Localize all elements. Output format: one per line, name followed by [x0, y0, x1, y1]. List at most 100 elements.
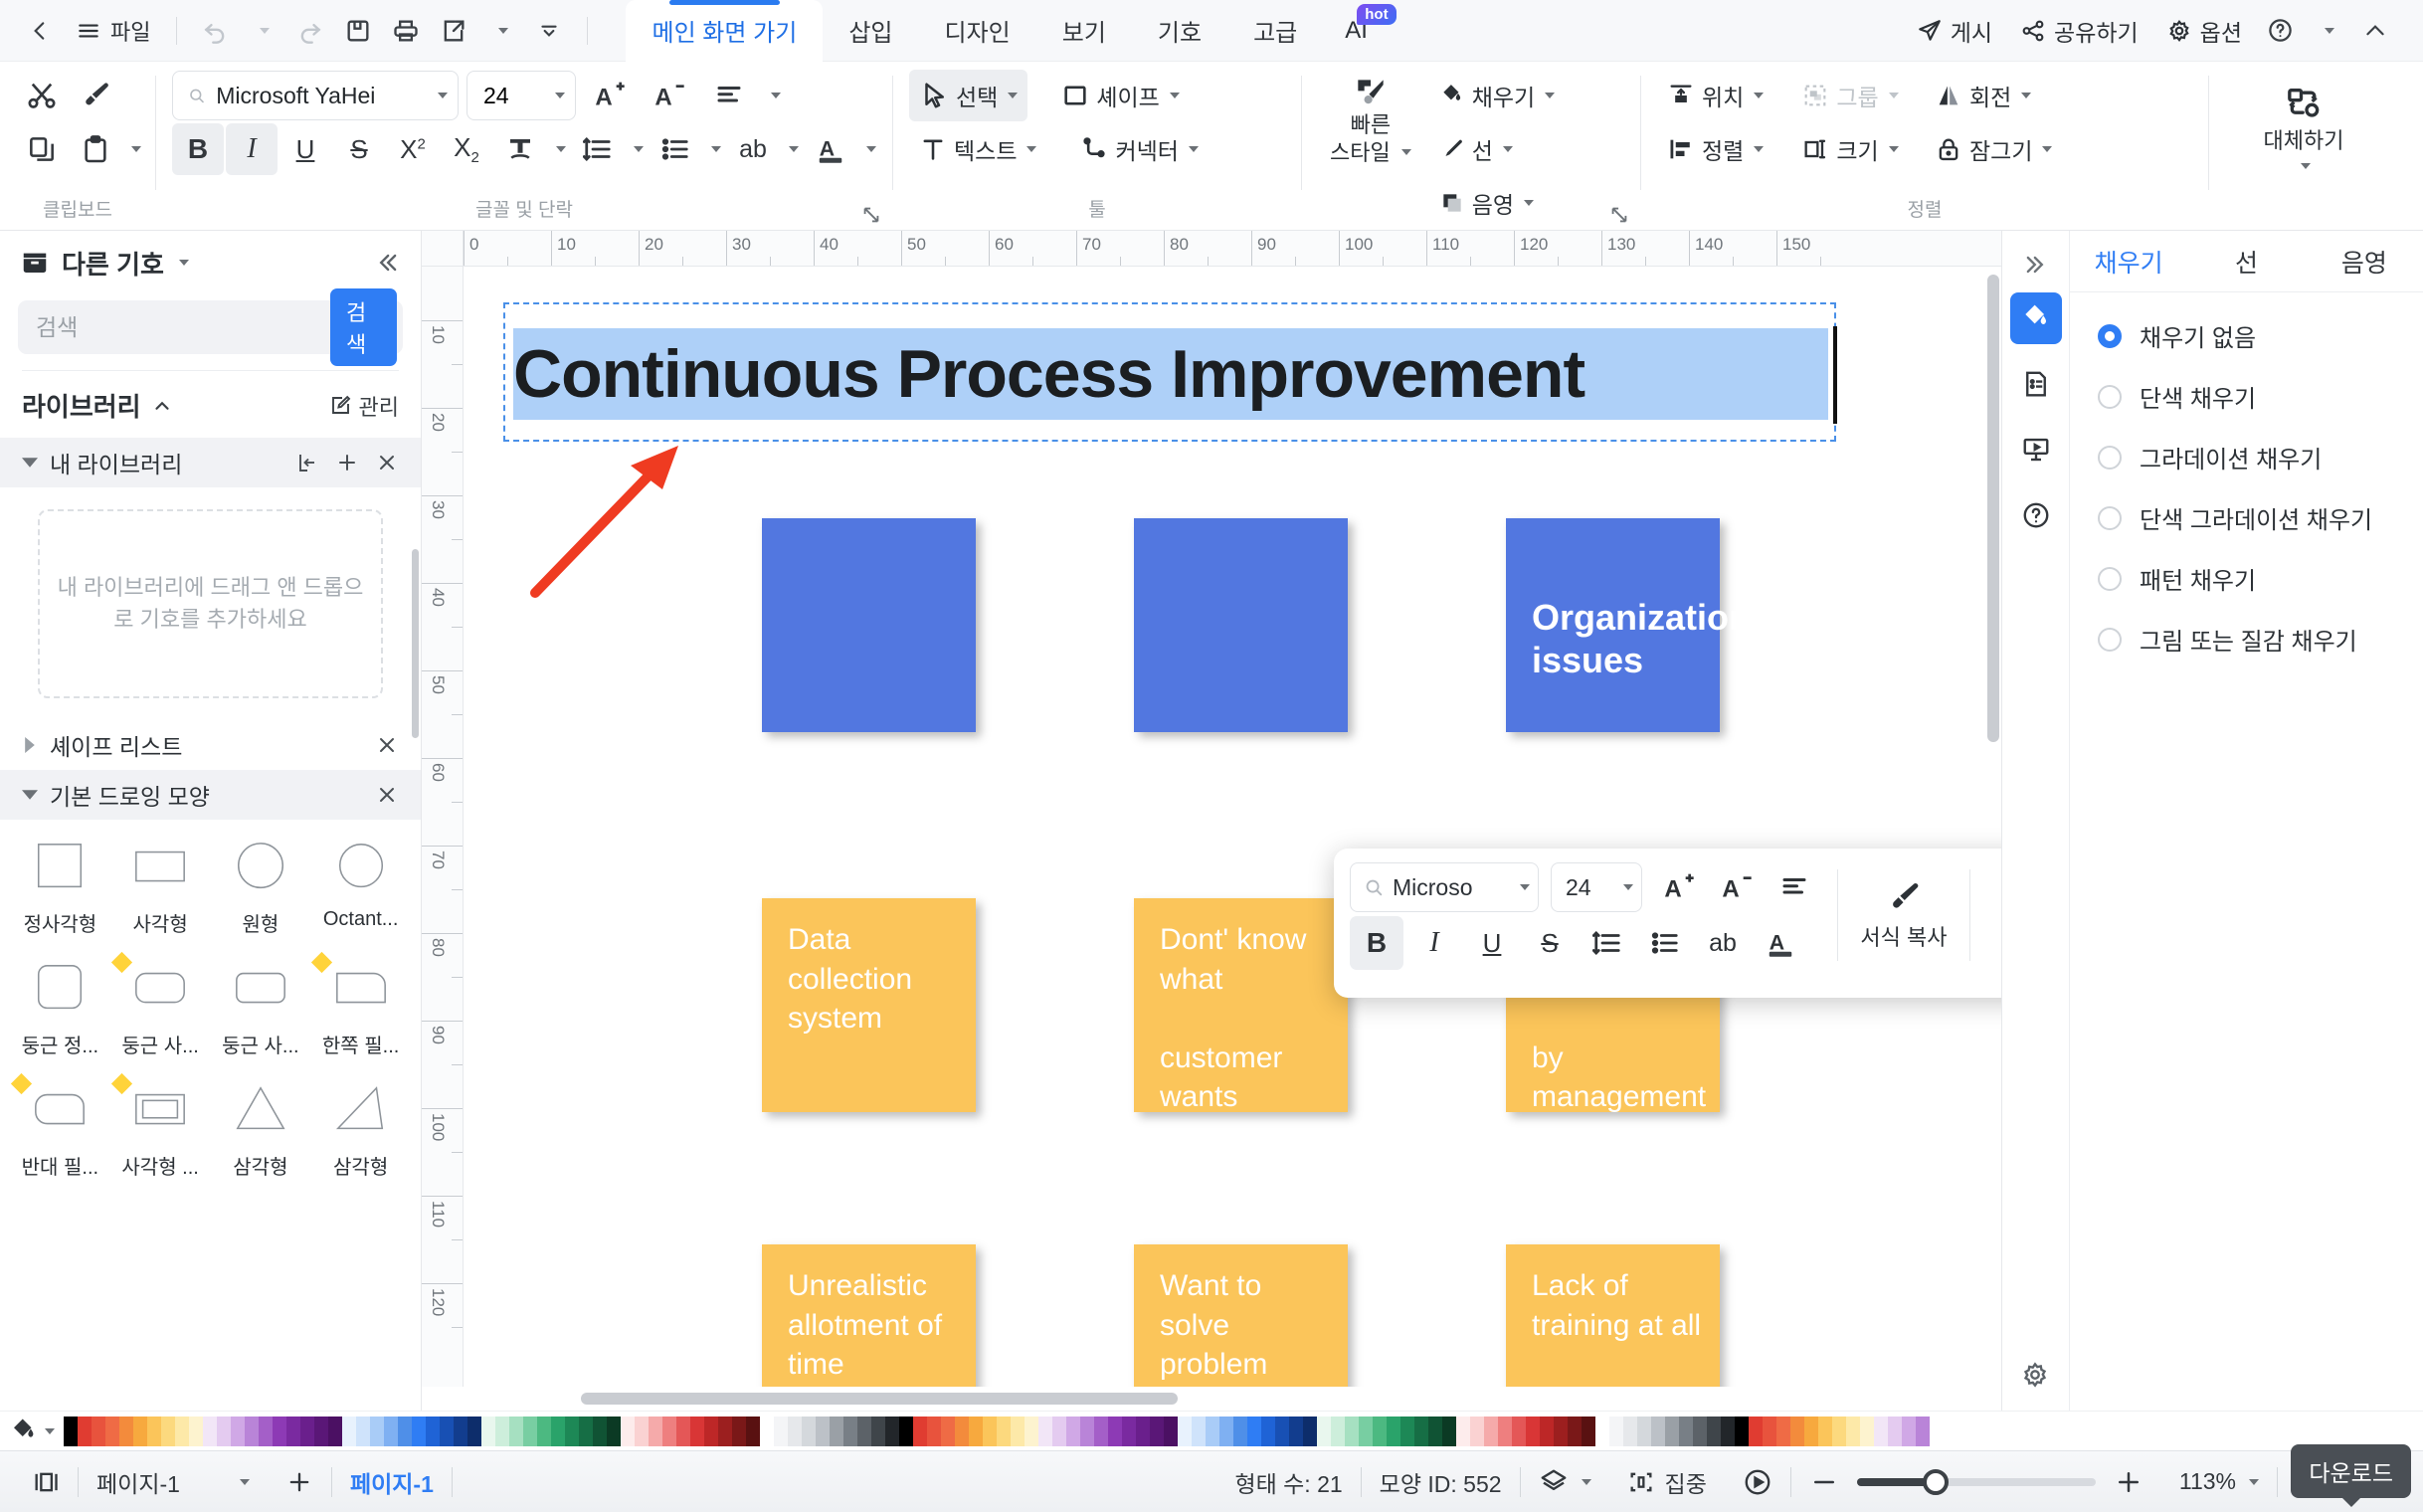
scissors-icon[interactable] [16, 70, 68, 121]
align-left-icon[interactable] [1768, 860, 1821, 914]
bullet-list-icon[interactable] [650, 123, 701, 175]
color-swatch[interactable] [370, 1416, 384, 1446]
sidebar-section-my-library[interactable]: 내 라이브러리 [0, 438, 421, 487]
color-swatch[interactable] [1568, 1416, 1582, 1446]
color-swatch[interactable] [245, 1416, 259, 1446]
color-swatch[interactable] [1456, 1416, 1470, 1446]
card-yellow-4[interactable]: Unrealistic allotment of time [762, 1244, 976, 1387]
color-swatch[interactable] [147, 1416, 161, 1446]
line-button[interactable]: 선 [1429, 123, 1565, 175]
text-effects-icon[interactable] [494, 123, 546, 175]
import-icon[interactable] [295, 451, 319, 474]
horizontal-ruler[interactable]: 0 10 20 30 40 50 60 70 80 90 100 110 120 130 140 150 [422, 231, 2001, 267]
page-sheet[interactable]: Continuous Process Improvement Organizat… [464, 267, 1852, 1387]
color-swatch[interactable] [1790, 1416, 1804, 1446]
play-button[interactable] [1725, 1459, 1790, 1505]
export-dropdown-icon[interactable] [479, 9, 523, 53]
library-collapse-icon[interactable] [151, 395, 173, 417]
color-swatch[interactable] [1261, 1416, 1275, 1446]
color-swatch[interactable] [1749, 1416, 1763, 1446]
color-swatch[interactable] [885, 1416, 899, 1446]
color-swatch[interactable] [732, 1416, 746, 1446]
color-swatch[interactable] [1387, 1416, 1400, 1446]
strikethrough-button[interactable]: S [1523, 916, 1577, 970]
color-swatch[interactable] [78, 1416, 92, 1446]
size-button[interactable]: 크기 [1791, 123, 1908, 175]
paste-icon[interactable] [70, 123, 121, 175]
color-swatch[interactable] [1247, 1416, 1261, 1446]
text-case-dropdown-icon[interactable] [781, 123, 803, 175]
color-swatch[interactable] [217, 1416, 231, 1446]
color-swatch[interactable] [565, 1416, 579, 1446]
color-swatch[interactable] [802, 1416, 816, 1446]
color-swatch[interactable] [1888, 1416, 1902, 1446]
color-swatch[interactable] [1303, 1416, 1317, 1446]
color-swatch[interactable] [955, 1416, 969, 1446]
color-swatch[interactable] [1693, 1416, 1707, 1446]
color-swatch[interactable] [1233, 1416, 1247, 1446]
decrease-font-size-icon[interactable]: A [644, 70, 695, 121]
current-page-tab[interactable]: 페이지-1 [332, 1459, 452, 1505]
color-swatch[interactable] [342, 1416, 356, 1446]
color-swatch[interactable] [412, 1416, 426, 1446]
left-panel-title-dropdown-icon[interactable] [178, 260, 189, 266]
color-swatch[interactable] [1066, 1416, 1080, 1446]
card-blue-3[interactable]: Organizational issues [1506, 518, 1780, 732]
bullet-list-icon[interactable] [1638, 916, 1692, 970]
zoom-out-button[interactable] [1791, 1459, 1857, 1505]
bold-button[interactable]: B [1350, 916, 1403, 970]
tab-symbol[interactable]: 기호 [1132, 0, 1227, 62]
color-swatch[interactable] [1122, 1416, 1136, 1446]
color-swatch[interactable] [509, 1416, 523, 1446]
connector-tool-button[interactable]: 커넥터 [1070, 123, 1208, 175]
color-swatch[interactable] [774, 1416, 788, 1446]
font-name-input[interactable] [216, 82, 425, 109]
text-case-button[interactable]: ab [727, 123, 779, 175]
undo-dropdown-icon[interactable] [241, 9, 284, 53]
rail-help-circle-icon[interactable] [2010, 489, 2062, 541]
font-name-input-wrap[interactable] [172, 71, 459, 120]
color-swatch[interactable] [1498, 1416, 1512, 1446]
fill-option-solid[interactable]: 단색 채우기 [2098, 379, 2413, 414]
color-swatch[interactable] [871, 1416, 885, 1446]
collapse-ribbon-icon[interactable] [2353, 9, 2397, 53]
canvas-horizontal-scrollbar-track[interactable] [422, 1387, 2001, 1411]
color-swatch[interactable] [537, 1416, 551, 1446]
color-swatch[interactable] [259, 1416, 273, 1446]
add-page-button[interactable] [268, 1459, 331, 1505]
strikethrough-button[interactable]: S [333, 123, 385, 175]
color-swatch[interactable] [718, 1416, 732, 1446]
shape-item-rounded-square[interactable]: 둥근 정... [10, 955, 110, 1062]
color-swatch[interactable] [1345, 1416, 1359, 1446]
color-swatch[interactable] [913, 1416, 927, 1446]
back-icon[interactable] [18, 9, 62, 53]
color-swatch[interactable] [273, 1416, 286, 1446]
color-swatch[interactable] [467, 1416, 481, 1446]
color-swatch[interactable] [1178, 1416, 1192, 1446]
vertical-ruler[interactable]: 10 20 30 40 50 60 70 80 90 100 110 120 [422, 267, 464, 1387]
shape-item-one-round-corner[interactable]: 한쪽 필... [310, 951, 411, 1062]
color-swatch[interactable] [1609, 1416, 1623, 1446]
color-swatch[interactable] [105, 1416, 119, 1446]
close-icon[interactable] [375, 733, 399, 757]
title-text[interactable]: Continuous Process Improvement [513, 328, 1828, 420]
position-button[interactable]: 위치 [1657, 70, 1773, 121]
tab-design[interactable]: 디자인 [918, 0, 1035, 62]
canvas-vertical-scrollbar[interactable] [1987, 275, 1999, 742]
color-swatch[interactable] [481, 1416, 495, 1446]
tab-fill[interactable]: 채우기 [2070, 231, 2187, 291]
color-swatch[interactable] [1637, 1416, 1651, 1446]
more-commands-icon[interactable] [527, 9, 571, 53]
color-swatch[interactable] [133, 1416, 147, 1446]
paste-dropdown-icon[interactable] [123, 123, 145, 175]
line-spacing-icon[interactable] [572, 123, 624, 175]
color-swatch[interactable] [662, 1416, 676, 1446]
quick-style-button[interactable]: 빠른 스타일 [1318, 70, 1423, 170]
zoom-level-selector[interactable]: 113% [2161, 1459, 2277, 1505]
card-yellow-2[interactable]: Dont' know what customer wants [1134, 898, 1348, 1113]
shape-item-square[interactable]: 정사각형 [10, 834, 110, 941]
color-swatch[interactable] [1526, 1416, 1540, 1446]
color-swatch[interactable] [440, 1416, 454, 1446]
align-left-icon[interactable] [703, 70, 755, 121]
search-button[interactable]: 검색 [330, 288, 397, 366]
